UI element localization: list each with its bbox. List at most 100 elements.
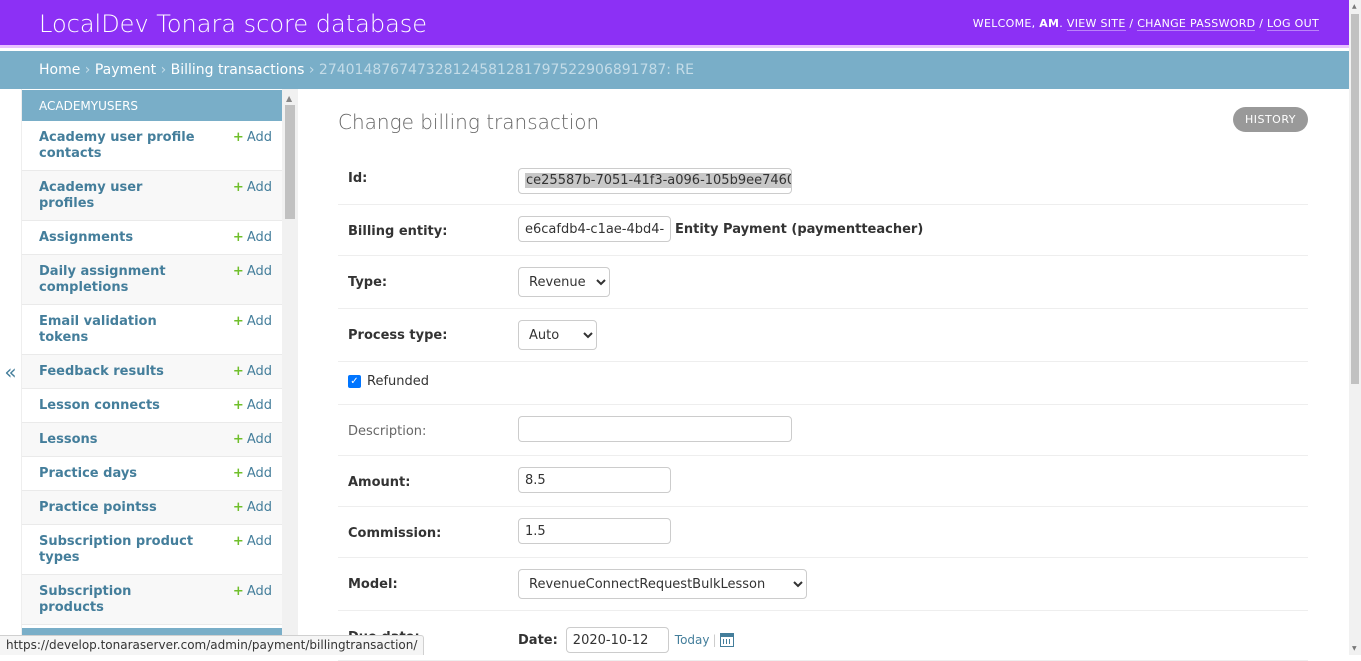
scroll-down-arrow-icon[interactable]: ▼: [1352, 645, 1357, 652]
breadcrumb-home[interactable]: Home: [39, 62, 80, 78]
sidebar-item: Lesson connects +Add: [22, 389, 282, 423]
sidebar-item-link[interactable]: Lessons: [22, 423, 212, 456]
sidebar-add-link[interactable]: +Add: [233, 230, 272, 245]
sidebar-scrollbar[interactable]: ▲: [282, 89, 298, 655]
breadcrumb-current: 274014876747328124581281797522906891787:…: [319, 62, 694, 78]
sidebar-item: Subscription product types +Add: [22, 525, 282, 575]
form-row-type: Type: Revenue: [338, 256, 1308, 309]
sidebar-item-link[interactable]: Daily assignment completions: [22, 255, 212, 304]
plus-icon: +: [233, 466, 244, 481]
browser-status-url: https://develop.tonaraserver.com/admin/p…: [0, 635, 424, 655]
sidebar-item: Practice days +Add: [22, 457, 282, 491]
sidebar-item-link[interactable]: Assignments: [22, 221, 212, 254]
username: AM: [1039, 17, 1059, 30]
view-site-link[interactable]: VIEW SITE: [1067, 17, 1126, 31]
id-field[interactable]: ce25587b-7051-41f3-a096-105b9ee7460b: [518, 168, 792, 194]
add-label: Add: [247, 264, 272, 279]
sidebar-item: Feedback results +Add: [22, 355, 282, 389]
checkmark-icon: ✓: [350, 376, 358, 387]
scroll-up-arrow-icon[interactable]: ▲: [1352, 3, 1357, 10]
calendar-icon[interactable]: [720, 633, 734, 647]
form-row-model: Model: RevenueConnectRequestBulkLesson: [338, 558, 1308, 611]
double-chevron-left-icon: «: [4, 360, 16, 384]
form-row-refunded: ✓ Refunded: [338, 362, 1308, 405]
sidebar-item-link[interactable]: Feedback results: [22, 355, 212, 388]
process-type-select[interactable]: Auto: [518, 320, 597, 350]
plus-icon: +: [233, 314, 244, 329]
plus-icon: +: [233, 130, 244, 145]
sidebar-add-link[interactable]: +Add: [233, 364, 272, 379]
refunded-checkbox[interactable]: ✓: [348, 375, 361, 388]
form-fieldset: Id: ce25587b-7051-41f3-a096-105b9ee7460b…: [338, 154, 1308, 661]
sidebar-add-link[interactable]: +Add: [233, 584, 272, 599]
sidebar-item: Practice pointss +Add: [22, 491, 282, 525]
sidebar-item-link[interactable]: Practice days: [22, 457, 212, 490]
sidebar-add-link[interactable]: +Add: [233, 264, 272, 279]
sidebar-add-link[interactable]: +Add: [233, 130, 272, 145]
sidebar-item-link[interactable]: Subscription products: [22, 575, 212, 624]
plus-icon: +: [233, 500, 244, 515]
id-value: ce25587b-7051-41f3-a096-105b9ee7460b: [525, 173, 792, 188]
date-sublabel: Date:: [518, 633, 558, 648]
nav-sidebar: ACADEMYUSERS Academy user profile contac…: [22, 89, 282, 655]
sidebar-item: Academy user profiles +Add: [22, 171, 282, 221]
today-link[interactable]: Today: [675, 633, 710, 647]
change-password-link[interactable]: CHANGE PASSWORD: [1137, 17, 1255, 31]
plus-icon: +: [233, 432, 244, 447]
billing-entity-label: Billing entity:: [348, 224, 447, 239]
amount-label: Amount:: [348, 475, 410, 490]
amount-input[interactable]: [518, 467, 671, 493]
add-label: Add: [247, 534, 272, 549]
plus-icon: +: [233, 398, 244, 413]
separator: /: [1255, 17, 1267, 30]
add-label: Add: [247, 314, 272, 329]
sidebar-item: Subscription products +Add: [22, 575, 282, 625]
add-label: Add: [247, 230, 272, 245]
id-label: Id:: [348, 171, 367, 186]
scroll-up-arrow-icon[interactable]: ▲: [286, 94, 292, 103]
add-label: Add: [247, 130, 272, 145]
sidebar-add-link[interactable]: +Add: [233, 314, 272, 329]
commission-input[interactable]: [518, 518, 671, 544]
sidebar-add-link[interactable]: +Add: [233, 180, 272, 195]
site-title[interactable]: LocalDev Tonara score database: [39, 10, 427, 38]
type-label: Type:: [348, 275, 387, 290]
description-input[interactable]: [518, 416, 792, 442]
add-label: Add: [247, 500, 272, 515]
model-label: Model:: [348, 577, 398, 592]
page-scroll-thumb[interactable]: [1351, 14, 1359, 384]
sidebar-item-link[interactable]: Academy user profile contacts: [22, 121, 212, 170]
due-date-input[interactable]: [566, 627, 669, 653]
sidebar-item-link[interactable]: Subscription product types: [22, 525, 212, 574]
sidebar-item-link[interactable]: Practice pointss: [22, 491, 212, 524]
sidebar-item-link[interactable]: Email validation tokens: [22, 305, 212, 354]
sidebar-item-link[interactable]: Lesson connects: [22, 389, 212, 422]
welcome-text: WELCOME,: [973, 17, 1039, 30]
description-label: Description:: [348, 424, 426, 439]
breadcrumb-payment[interactable]: Payment: [95, 62, 156, 78]
billing-entity-input[interactable]: [518, 216, 671, 242]
sidebar-model-list: Academy user profile contacts+AddAcademy…: [22, 121, 282, 655]
page-scrollbar[interactable]: ▲ ▼: [1349, 0, 1361, 655]
commission-label: Commission:: [348, 526, 441, 541]
sidebar-scroll-thumb[interactable]: [285, 105, 295, 219]
sidebar-add-link[interactable]: +Add: [233, 432, 272, 447]
sidebar-add-link[interactable]: +Add: [233, 500, 272, 515]
toggle-nav-sidebar-button[interactable]: «: [0, 89, 22, 655]
history-button[interactable]: HISTORY: [1233, 107, 1308, 132]
log-out-link[interactable]: LOG OUT: [1267, 17, 1319, 31]
sidebar-item: Email validation tokens +Add: [22, 305, 282, 355]
type-select[interactable]: Revenue: [518, 267, 610, 297]
sidebar-add-link[interactable]: +Add: [233, 466, 272, 481]
sidebar-add-link[interactable]: +Add: [233, 398, 272, 413]
plus-icon: +: [233, 584, 244, 599]
sidebar-add-link[interactable]: +Add: [233, 534, 272, 549]
separator: /: [1126, 17, 1138, 30]
module-caption-academyusers[interactable]: ACADEMYUSERS: [22, 90, 282, 121]
breadcrumb-billing-transactions[interactable]: Billing transactions: [171, 62, 305, 78]
sidebar-item-link[interactable]: Academy user profiles: [22, 171, 212, 220]
model-select[interactable]: RevenueConnectRequestBulkLesson: [518, 569, 807, 599]
form-row-process-type: Process type: Auto: [338, 309, 1308, 362]
form-row-description: Description:: [338, 405, 1308, 456]
refunded-label[interactable]: Refunded: [367, 374, 429, 389]
